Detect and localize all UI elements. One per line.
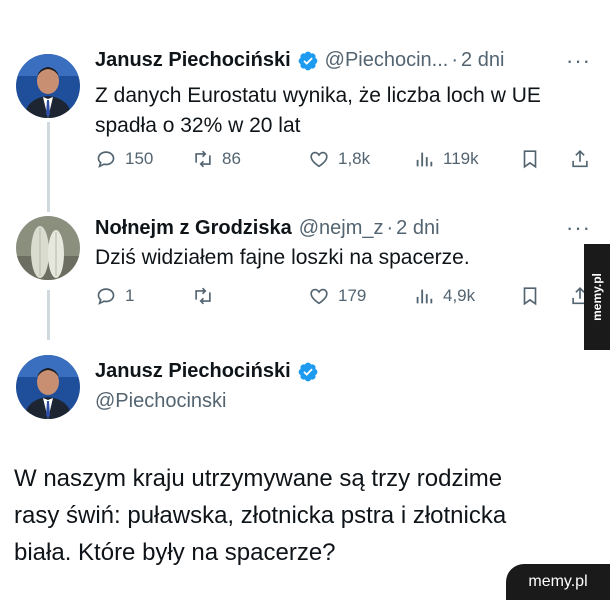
tweet-text-line: W naszym kraju utrzymywane są trzy rodzi… xyxy=(14,465,503,492)
bookmark-icon xyxy=(523,150,537,169)
tweet-text-line: biała. Które były na spacerze? xyxy=(14,539,336,566)
author-name[interactable]: Nołnejm z Grodziska xyxy=(95,217,292,240)
separator-dot: · xyxy=(386,217,394,239)
retweet-icon xyxy=(195,150,211,168)
action-bar: 1 179 4,9k xyxy=(95,285,590,315)
views-count: 4,9k xyxy=(443,286,476,305)
avatar[interactable] xyxy=(16,355,80,419)
avatar-photo xyxy=(16,355,80,419)
tweet-header: Janusz Piechociński @Piechocin... · 2 dn… xyxy=(95,49,504,72)
reply-count: 1 xyxy=(125,286,135,305)
like-count: 179 xyxy=(338,286,367,305)
watermark-side: memy.pl xyxy=(584,244,610,350)
bookmark-button[interactable] xyxy=(519,285,549,307)
tweet-header: Janusz Piechociński xyxy=(95,360,325,383)
tweet-text: Dziś widziałem fajne loszki na spacerze. xyxy=(95,246,470,269)
verified-badge-icon xyxy=(298,51,318,70)
views-icon xyxy=(416,289,433,304)
like-icon xyxy=(310,151,328,168)
watermark-side-text: memy.pl xyxy=(590,273,605,321)
reply-button[interactable]: 1 xyxy=(95,285,134,307)
watermark-bottom: memy.pl xyxy=(506,564,610,600)
verified-badge-icon xyxy=(298,362,318,381)
handle-row: @Piechocinski xyxy=(95,390,226,413)
author-name[interactable]: Janusz Piechociński xyxy=(95,360,291,383)
views-button[interactable]: 4,9k xyxy=(413,285,475,307)
separator-dot: · xyxy=(451,49,459,71)
share-button[interactable] xyxy=(569,148,599,170)
retweet-count: 86 xyxy=(222,149,241,168)
like-icon xyxy=(310,288,328,305)
views-count: 119k xyxy=(443,149,479,168)
timestamp[interactable]: 2 dni xyxy=(461,49,504,72)
retweet-button[interactable]: 86 xyxy=(192,148,241,170)
tweet-text: Z danych Eurostatu wynika, że liczba loc… xyxy=(95,84,541,137)
author-handle[interactable]: @Piechocin... xyxy=(325,49,449,72)
avatar[interactable] xyxy=(16,216,80,280)
avatar-photo xyxy=(16,54,80,118)
views-button[interactable]: 119k xyxy=(413,148,479,170)
author-name[interactable]: Janusz Piechociński xyxy=(95,49,291,72)
avatar-photo xyxy=(16,216,80,280)
timestamp[interactable]: 2 dni xyxy=(396,217,439,240)
author-handle[interactable]: @nejm_z xyxy=(299,217,384,240)
reply-icon xyxy=(97,288,115,305)
reply-icon xyxy=(97,151,115,168)
reply-count: 150 xyxy=(125,149,154,168)
action-bar: 150 86 1,8k 119k xyxy=(95,148,590,178)
bookmark-button[interactable] xyxy=(519,148,549,170)
tweet-2[interactable]: Nołnejm z Grodziska @nejm_z · 2 dni ··· … xyxy=(0,200,610,340)
tweet-3[interactable]: Janusz Piechociński @Piechocinski W nasz… xyxy=(0,340,610,600)
share-icon xyxy=(572,150,588,168)
views-icon xyxy=(416,152,433,167)
more-options-icon[interactable]: ··· xyxy=(566,215,591,241)
tweet-text-line: rasy świń: puławska, złotnicka pstra i z… xyxy=(14,502,507,529)
like-count: 1,8k xyxy=(338,149,371,168)
tweet-1[interactable]: Janusz Piechociński @Piechocin... · 2 dn… xyxy=(0,0,610,200)
tweet-header: Nołnejm z Grodziska @nejm_z · 2 dni xyxy=(95,217,440,240)
author-handle[interactable]: @Piechocinski xyxy=(95,390,226,413)
bookmark-icon xyxy=(523,287,537,306)
retweet-icon xyxy=(195,287,211,305)
like-button[interactable]: 179 xyxy=(308,285,366,307)
reply-button[interactable]: 150 xyxy=(95,148,153,170)
avatar[interactable] xyxy=(16,54,80,118)
more-options-icon[interactable]: ··· xyxy=(566,48,591,74)
retweet-button[interactable] xyxy=(192,285,222,307)
like-button[interactable]: 1,8k xyxy=(308,148,370,170)
